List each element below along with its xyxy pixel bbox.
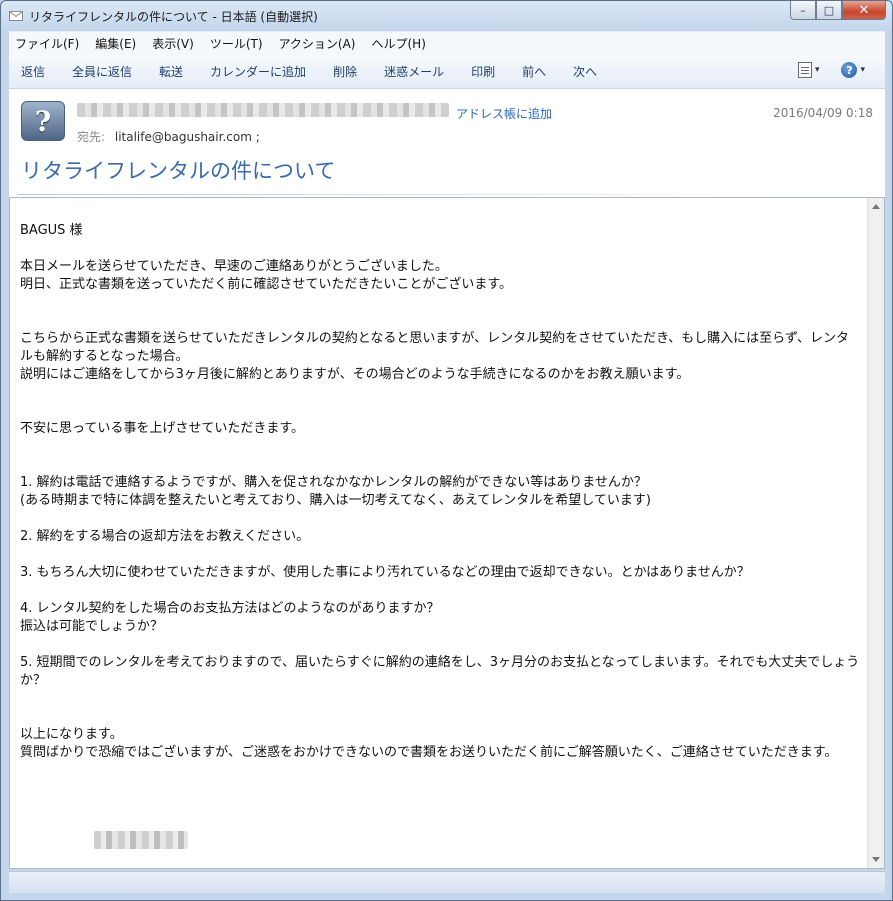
junk-button[interactable]: 迷惑メール xyxy=(384,63,444,80)
to-label: 宛先: xyxy=(77,130,106,144)
scroll-down-icon[interactable] xyxy=(872,857,880,862)
greeting: BAGUS 様 xyxy=(20,223,83,238)
print-button[interactable]: 印刷 xyxy=(471,63,495,80)
chevron-down-icon: ▾ xyxy=(860,65,865,75)
closing: 以上になります。 質問ばかりで恐縮ではございますが、ご迷惑をおかけできないので書… xyxy=(20,727,838,760)
envelope-icon xyxy=(9,11,23,21)
to-value[interactable]: litalife@bagushair.com ; xyxy=(115,130,260,144)
menu-actions[interactable]: アクション(A) xyxy=(279,35,356,52)
help-button[interactable]: ? ▾ xyxy=(841,62,865,78)
message-subject: リタライフレンタルの件について xyxy=(21,159,336,183)
body-paragraph: 不安に思っている事を上げさせていただきます。 xyxy=(20,421,305,436)
menu-edit[interactable]: 編集(E) xyxy=(95,35,136,52)
menu-tools[interactable]: ツール(T) xyxy=(210,35,263,52)
question-5: 5. 短期間でのレンタルを考えておりますので、届いたらすぐに解約の連絡をし、3ヶ… xyxy=(20,655,860,688)
previous-button[interactable]: 前へ xyxy=(522,63,546,80)
close-button[interactable]: ✕ xyxy=(842,1,886,20)
message-header: ? アドレス帳に追加 2016/04/09 0:18 宛先: litalife@… xyxy=(9,89,885,197)
body-paragraph: 本日メールを送らせていただき、早速のご連絡ありがとうございました。 明日、正式な… xyxy=(20,259,513,292)
header-divider xyxy=(17,194,807,195)
body-paragraph: こちらから正式な書類を送らせていただきレンタルの契約となると思いますが、レンタル… xyxy=(20,331,850,382)
mail-window: リタライフレンタルの件について - 日本語 (自動選択) – □ ✕ ファイル(… xyxy=(0,0,893,901)
sender-redacted xyxy=(77,103,449,117)
toolbar: 返信 全員に返信 転送 カレンダーに追加 削除 迷惑メール 印刷 前へ 次へ ▾… xyxy=(9,55,885,89)
message-body[interactable]: BAGUS 様 本日メールを送らせていただき、早速のご連絡ありがとうございました… xyxy=(9,197,885,869)
add-to-contacts-link[interactable]: アドレス帳に追加 xyxy=(456,105,552,122)
signature-redacted xyxy=(94,831,188,849)
toolbar-right: ▾ ? ▾ xyxy=(797,62,865,78)
menu-help[interactable]: ヘルプ(H) xyxy=(372,35,426,52)
question-4: 4. レンタル契約をした場合のお支払方法はどのようなのがありますか？ 振込は可能… xyxy=(20,601,440,634)
help-icon: ? xyxy=(841,62,858,78)
minimize-button[interactable]: – xyxy=(790,1,816,20)
next-button[interactable]: 次へ xyxy=(573,63,597,80)
menu-file[interactable]: ファイル(F) xyxy=(15,35,79,52)
question-2: 2. 解約をする場合の返却方法をお教えください。 xyxy=(20,529,310,544)
delete-button[interactable]: 削除 xyxy=(333,63,357,80)
scroll-up-icon[interactable] xyxy=(872,204,880,209)
message-date: 2016/04/09 0:18 xyxy=(773,106,873,120)
menu-view[interactable]: 表示(V) xyxy=(152,35,194,52)
reply-button[interactable]: 返信 xyxy=(21,63,45,80)
chevron-down-icon: ▾ xyxy=(814,65,820,75)
menu-bar: ファイル(F) 編集(E) 表示(V) ツール(T) アクション(A) ヘルプ(… xyxy=(9,31,885,55)
question-1: 1. 解約は電話で連絡するようですが、購入を促されなかなかレンタルの解約ができな… xyxy=(20,475,651,508)
document-icon xyxy=(797,62,812,78)
caption-buttons: – □ ✕ xyxy=(790,1,886,21)
reply-all-button[interactable]: 全員に返信 xyxy=(72,63,132,80)
maximize-button[interactable]: □ xyxy=(816,1,842,20)
title-bar[interactable]: リタライフレンタルの件について - 日本語 (自動選択) – □ ✕ xyxy=(1,1,892,31)
forward-button[interactable]: 転送 xyxy=(159,63,183,80)
add-to-calendar-button[interactable]: カレンダーに追加 xyxy=(210,63,306,80)
window-title: リタライフレンタルの件について - 日本語 (自動選択) xyxy=(29,10,318,24)
status-bar xyxy=(9,871,885,893)
message-text: BAGUS 様 本日メールを送らせていただき、早速のご連絡ありがとうございました… xyxy=(20,222,860,780)
view-options-button[interactable]: ▾ xyxy=(797,62,820,78)
question-3: 3. もちろん大切に使わせていただきますが、使用した事により汚れているなどの理由… xyxy=(20,565,750,580)
recipient-line: 宛先: litalife@bagushair.com ; xyxy=(77,128,260,145)
unknown-contact-icon: ? xyxy=(34,104,52,138)
avatar: ? xyxy=(21,101,65,141)
vertical-scrollbar[interactable] xyxy=(867,198,884,868)
